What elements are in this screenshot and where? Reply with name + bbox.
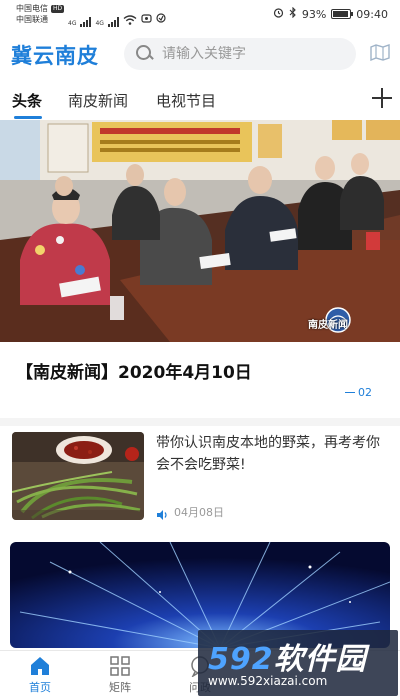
carrier-2: 中国联通 [16, 15, 48, 24]
status-right: 93% 09:40 [273, 6, 388, 21]
watermark-logo: 592软件园 www.592xiazai.com [198, 630, 398, 696]
clock: 09:40 [356, 7, 388, 21]
carrier-info: 中国电信 HD 中国联通 [16, 3, 65, 25]
carrier-1: 中国电信 [16, 4, 48, 13]
network-type-2: 4G [95, 20, 104, 27]
volume-icon[interactable] [156, 506, 168, 520]
signal-strength-icon [80, 17, 92, 27]
watermark-brand: 592软件园 [208, 634, 367, 678]
active-tab-indicator [14, 116, 42, 119]
nav-home-label: 首页 [29, 681, 51, 694]
bluetooth-icon [289, 6, 297, 21]
search-input[interactable] [162, 46, 342, 62]
plus-icon[interactable] [372, 88, 392, 108]
watermark-url: www.592xiazai.com [208, 674, 328, 688]
meeting-photo [0, 120, 400, 342]
category-tabs: 头条 南皮新闻 电视节目 [0, 82, 400, 120]
tab-nanpi-news[interactable]: 南皮新闻 [68, 90, 128, 111]
signal-icons: 4G 4G [68, 8, 166, 27]
news-meta: 04月08日 [156, 504, 224, 520]
hero-caption[interactable]: 【南皮新闻】2020年4月10日 02 [0, 342, 400, 418]
network-type-1: 4G [68, 20, 77, 27]
battery-percent: 93% [301, 7, 327, 21]
watermark-brand-number: 592 [208, 642, 274, 677]
grid-icon [109, 655, 131, 677]
watermark-brand-text: 软件园 [273, 642, 367, 677]
nav-matrix-label: 矩阵 [109, 681, 131, 694]
news-title[interactable]: 带你认识南皮本地的野菜，再考考你会不会吃野菜! [156, 432, 390, 476]
alarm-icon [273, 7, 284, 21]
home-icon [29, 655, 51, 677]
indicator-number: 02 [358, 386, 372, 399]
section-divider [0, 418, 400, 426]
search-icon [134, 43, 156, 65]
app-header: 冀云南皮 [0, 30, 400, 80]
hero-title[interactable]: 【南皮新闻】2020年4月10日 [16, 358, 252, 383]
tab-headlines[interactable]: 头条 [12, 90, 42, 111]
app-notification-icon [156, 8, 166, 27]
news-list-item[interactable]: 带你认识南皮本地的野菜，再考考你会不会吃野菜! 04月08日 [0, 426, 400, 532]
map-icon[interactable] [370, 44, 390, 62]
news-date: 04月08日 [174, 506, 224, 519]
signal-strength-icon-2 [107, 17, 119, 27]
notification-icon [141, 8, 152, 27]
tab-tv-programs[interactable]: 电视节目 [156, 90, 216, 111]
status-bar: 中国电信 HD 中国联通 4G 4G 93% 09:40 [0, 0, 400, 30]
news-thumbnail [12, 432, 144, 520]
nav-home[interactable]: 首页 [10, 655, 70, 695]
hd-badge: HD [51, 4, 65, 13]
carousel-indicator: 02 [345, 386, 372, 399]
app-title: 冀云南皮 [11, 44, 99, 68]
nav-matrix[interactable]: 矩阵 [90, 655, 150, 695]
wifi-icon [123, 15, 137, 27]
indicator-line [345, 392, 355, 393]
video-logo: 南皮新闻 [308, 320, 348, 331]
battery-icon [331, 9, 354, 19]
search-bar[interactable] [124, 38, 356, 70]
hero-image[interactable]: 南皮新闻 [0, 120, 400, 342]
